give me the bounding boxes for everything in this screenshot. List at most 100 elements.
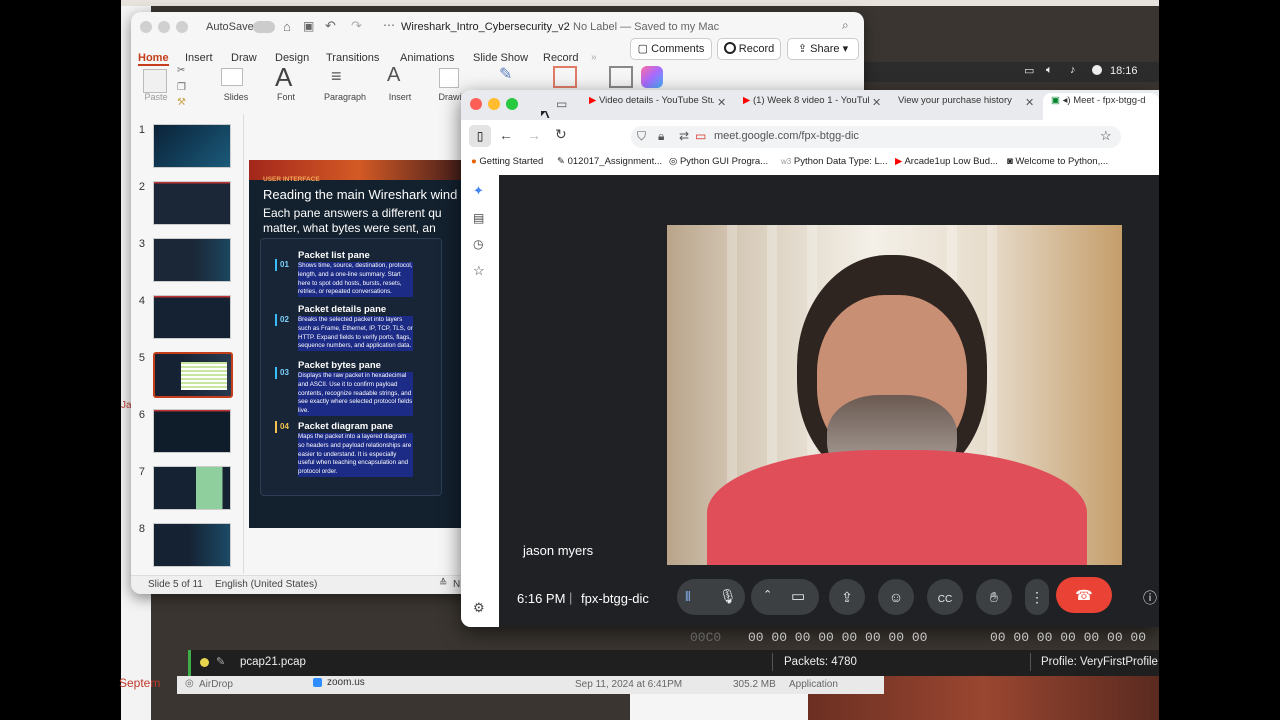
reuse-slides-icon[interactable]: [609, 66, 633, 88]
tab-slide-show[interactable]: Slide Show: [473, 52, 528, 64]
bookmarks-icon[interactable]: ☆: [473, 263, 485, 279]
more-options-button[interactable]: ⋮: [1025, 579, 1049, 615]
cut-icon[interactable]: ✂: [177, 65, 185, 76]
permissions-icon[interactable]: ⇄: [679, 129, 689, 143]
slide-thumbnail-1[interactable]: [153, 124, 231, 168]
notification-icon[interactable]: ♪: [1070, 64, 1076, 76]
airdrop-label[interactable]: AirDrop: [199, 679, 233, 690]
lock-icon[interactable]: 🔒︎: [658, 129, 664, 144]
back-icon[interactable]: ←: [499, 127, 513, 143]
reactions-button[interactable]: ☺: [878, 579, 914, 615]
close-tab-icon[interactable]: ✕: [1025, 96, 1034, 109]
search-icon[interactable]: ⌕: [842, 18, 849, 33]
save-icon[interactable]: ▣: [303, 19, 314, 33]
bookmark-python-gui[interactable]: ◎ Python GUI Progra...: [669, 156, 768, 167]
slide-canvas[interactable]: USER INTERFACE Reading the main Wireshar…: [249, 160, 469, 528]
tab-insert[interactable]: Insert: [185, 52, 213, 64]
designer-icon[interactable]: ✎: [499, 64, 512, 84]
redo-icon[interactable]: ↷: [351, 18, 362, 34]
zoom-button[interactable]: [506, 98, 518, 110]
language-indicator[interactable]: English (United States): [215, 579, 317, 590]
profile-label[interactable]: Profile: VeryFirstProfile: [1041, 656, 1158, 668]
tab-record[interactable]: Record: [543, 52, 578, 64]
record-button[interactable]: Record: [717, 38, 781, 60]
bookmark-assignment[interactable]: ✎ 012017_Assignment...: [557, 156, 662, 167]
copy-icon[interactable]: ❐: [177, 82, 186, 93]
camera-icon[interactable]: ▭: [791, 587, 805, 605]
minimize-button[interactable]: [158, 21, 170, 33]
paragraph-icon[interactable]: ≡: [331, 66, 342, 87]
settings-icon[interactable]: ⚙: [473, 600, 485, 616]
tab-animations[interactable]: Animations: [400, 52, 454, 64]
insert-textbox-icon[interactable]: A: [387, 64, 400, 87]
url-text[interactable]: meet.google.com/fpx-btgg-dic: [714, 130, 859, 142]
new-slide-icon[interactable]: [221, 68, 243, 86]
autosave-toggle[interactable]: [253, 21, 275, 33]
present-button[interactable]: ⇪: [829, 579, 865, 615]
address-bar[interactable]: ⛉ 🔒︎ ⇄ ▭ meet.google.com/fpx-btgg-dic ☆: [631, 126, 1121, 148]
minimize-button[interactable]: [488, 98, 500, 110]
slide-thumbnail-7[interactable]: [153, 466, 231, 510]
captions-button[interactable]: CC: [927, 579, 963, 615]
font-icon[interactable]: A: [275, 62, 292, 93]
close-button[interactable]: [470, 98, 482, 110]
tab-draw[interactable]: Draw: [231, 52, 257, 64]
slide-thumbnail-6[interactable]: [153, 409, 231, 453]
shield-icon[interactable]: ⛉: [637, 129, 646, 144]
slide-thumbnail-3[interactable]: [153, 238, 231, 282]
slide-thumbnail-4[interactable]: [153, 295, 231, 339]
bookmark-welcome-python[interactable]: ◙ Welcome to Python,...: [1007, 156, 1108, 167]
microphone-icon[interactable]: 🎙︎: [719, 588, 737, 605]
camera-active-icon[interactable]: ▭: [695, 129, 706, 143]
chevron-up-icon[interactable]: ⌃: [763, 588, 772, 601]
tab-youtube-studio[interactable]: ▶ Video details - YouTube Stu: [589, 95, 714, 115]
copilot-icon[interactable]: [641, 66, 663, 88]
slide-thumbnail-2[interactable]: [153, 181, 231, 225]
bookmark-getting-started[interactable]: ● Getting Started: [471, 156, 543, 167]
sidebar-toggle-icon[interactable]: ▯: [469, 125, 491, 147]
layout-icon[interactable]: [553, 66, 577, 88]
more-icon[interactable]: ⋯: [383, 18, 395, 32]
tab-search-icon[interactable]: ▭: [556, 97, 567, 111]
more-tabs-icon[interactable]: »: [591, 52, 597, 63]
chrome-window[interactable]: ▭ ▶ Video details - YouTube Stu ✕ ▶ (1) …: [461, 90, 1159, 627]
file-name[interactable]: zoom.us: [327, 677, 365, 688]
slide-thumbnail-8[interactable]: [153, 523, 231, 567]
screen-mirror-icon[interactable]: ▭: [1024, 64, 1034, 77]
edit-comment-icon[interactable]: ✎: [216, 655, 225, 668]
tab-home[interactable]: Home: [138, 52, 169, 66]
star-icon[interactable]: ☆: [1100, 128, 1112, 144]
reading-list-icon[interactable]: ▤: [473, 211, 484, 225]
paste-icon[interactable]: [143, 69, 167, 93]
volume-icon[interactable]: 🔈︎: [1046, 64, 1053, 77]
format-painter-icon[interactable]: ⚒: [177, 97, 186, 108]
zoom-button[interactable]: [176, 21, 188, 33]
notes-icon[interactable]: ≙: [439, 578, 447, 589]
bookmark-arcade1up[interactable]: ▶ Arcade1up Low Bud...: [895, 156, 998, 167]
comments-button[interactable]: ▢ Comments: [630, 38, 712, 60]
home-icon[interactable]: ⌂: [283, 19, 291, 34]
raise-hand-button[interactable]: ✋︎: [976, 579, 1012, 615]
expert-info-icon[interactable]: [200, 658, 209, 667]
meeting-info-icon[interactable]: ⓘ: [1143, 588, 1157, 608]
close-tab-icon[interactable]: ✕: [717, 96, 726, 109]
notes-label[interactable]: N: [453, 579, 460, 590]
bookmark-python-data[interactable]: w3 Python Data Type: L...: [781, 156, 888, 167]
undo-icon[interactable]: ↶: [325, 18, 336, 34]
close-button[interactable]: [140, 21, 152, 33]
reload-icon[interactable]: ↻: [555, 126, 567, 143]
gemini-icon[interactable]: ✦: [473, 183, 484, 199]
leave-call-button[interactable]: ☎: [1056, 577, 1112, 613]
share-button[interactable]: ⇪ Share ▾: [787, 38, 859, 60]
tab-transitions[interactable]: Transitions: [326, 52, 379, 64]
save-status[interactable]: No Label — Saved to my Mac: [573, 21, 719, 33]
draw-icon[interactable]: [439, 68, 459, 88]
airdrop-icon[interactable]: ◎: [185, 678, 194, 689]
close-tab-icon[interactable]: ✕: [872, 96, 881, 109]
tab-meet[interactable]: ▣ ◂) Meet - fpx-btgg-d: [1051, 95, 1159, 115]
tab-purchase-history[interactable]: View your purchase history: [898, 95, 1024, 115]
forward-icon[interactable]: →: [527, 127, 541, 143]
history-icon[interactable]: ◷: [473, 237, 483, 251]
tab-youtube-week8[interactable]: ▶ (1) Week 8 video 1 - YouTub: [743, 95, 869, 115]
slide-thumbnail-5[interactable]: [153, 352, 233, 398]
